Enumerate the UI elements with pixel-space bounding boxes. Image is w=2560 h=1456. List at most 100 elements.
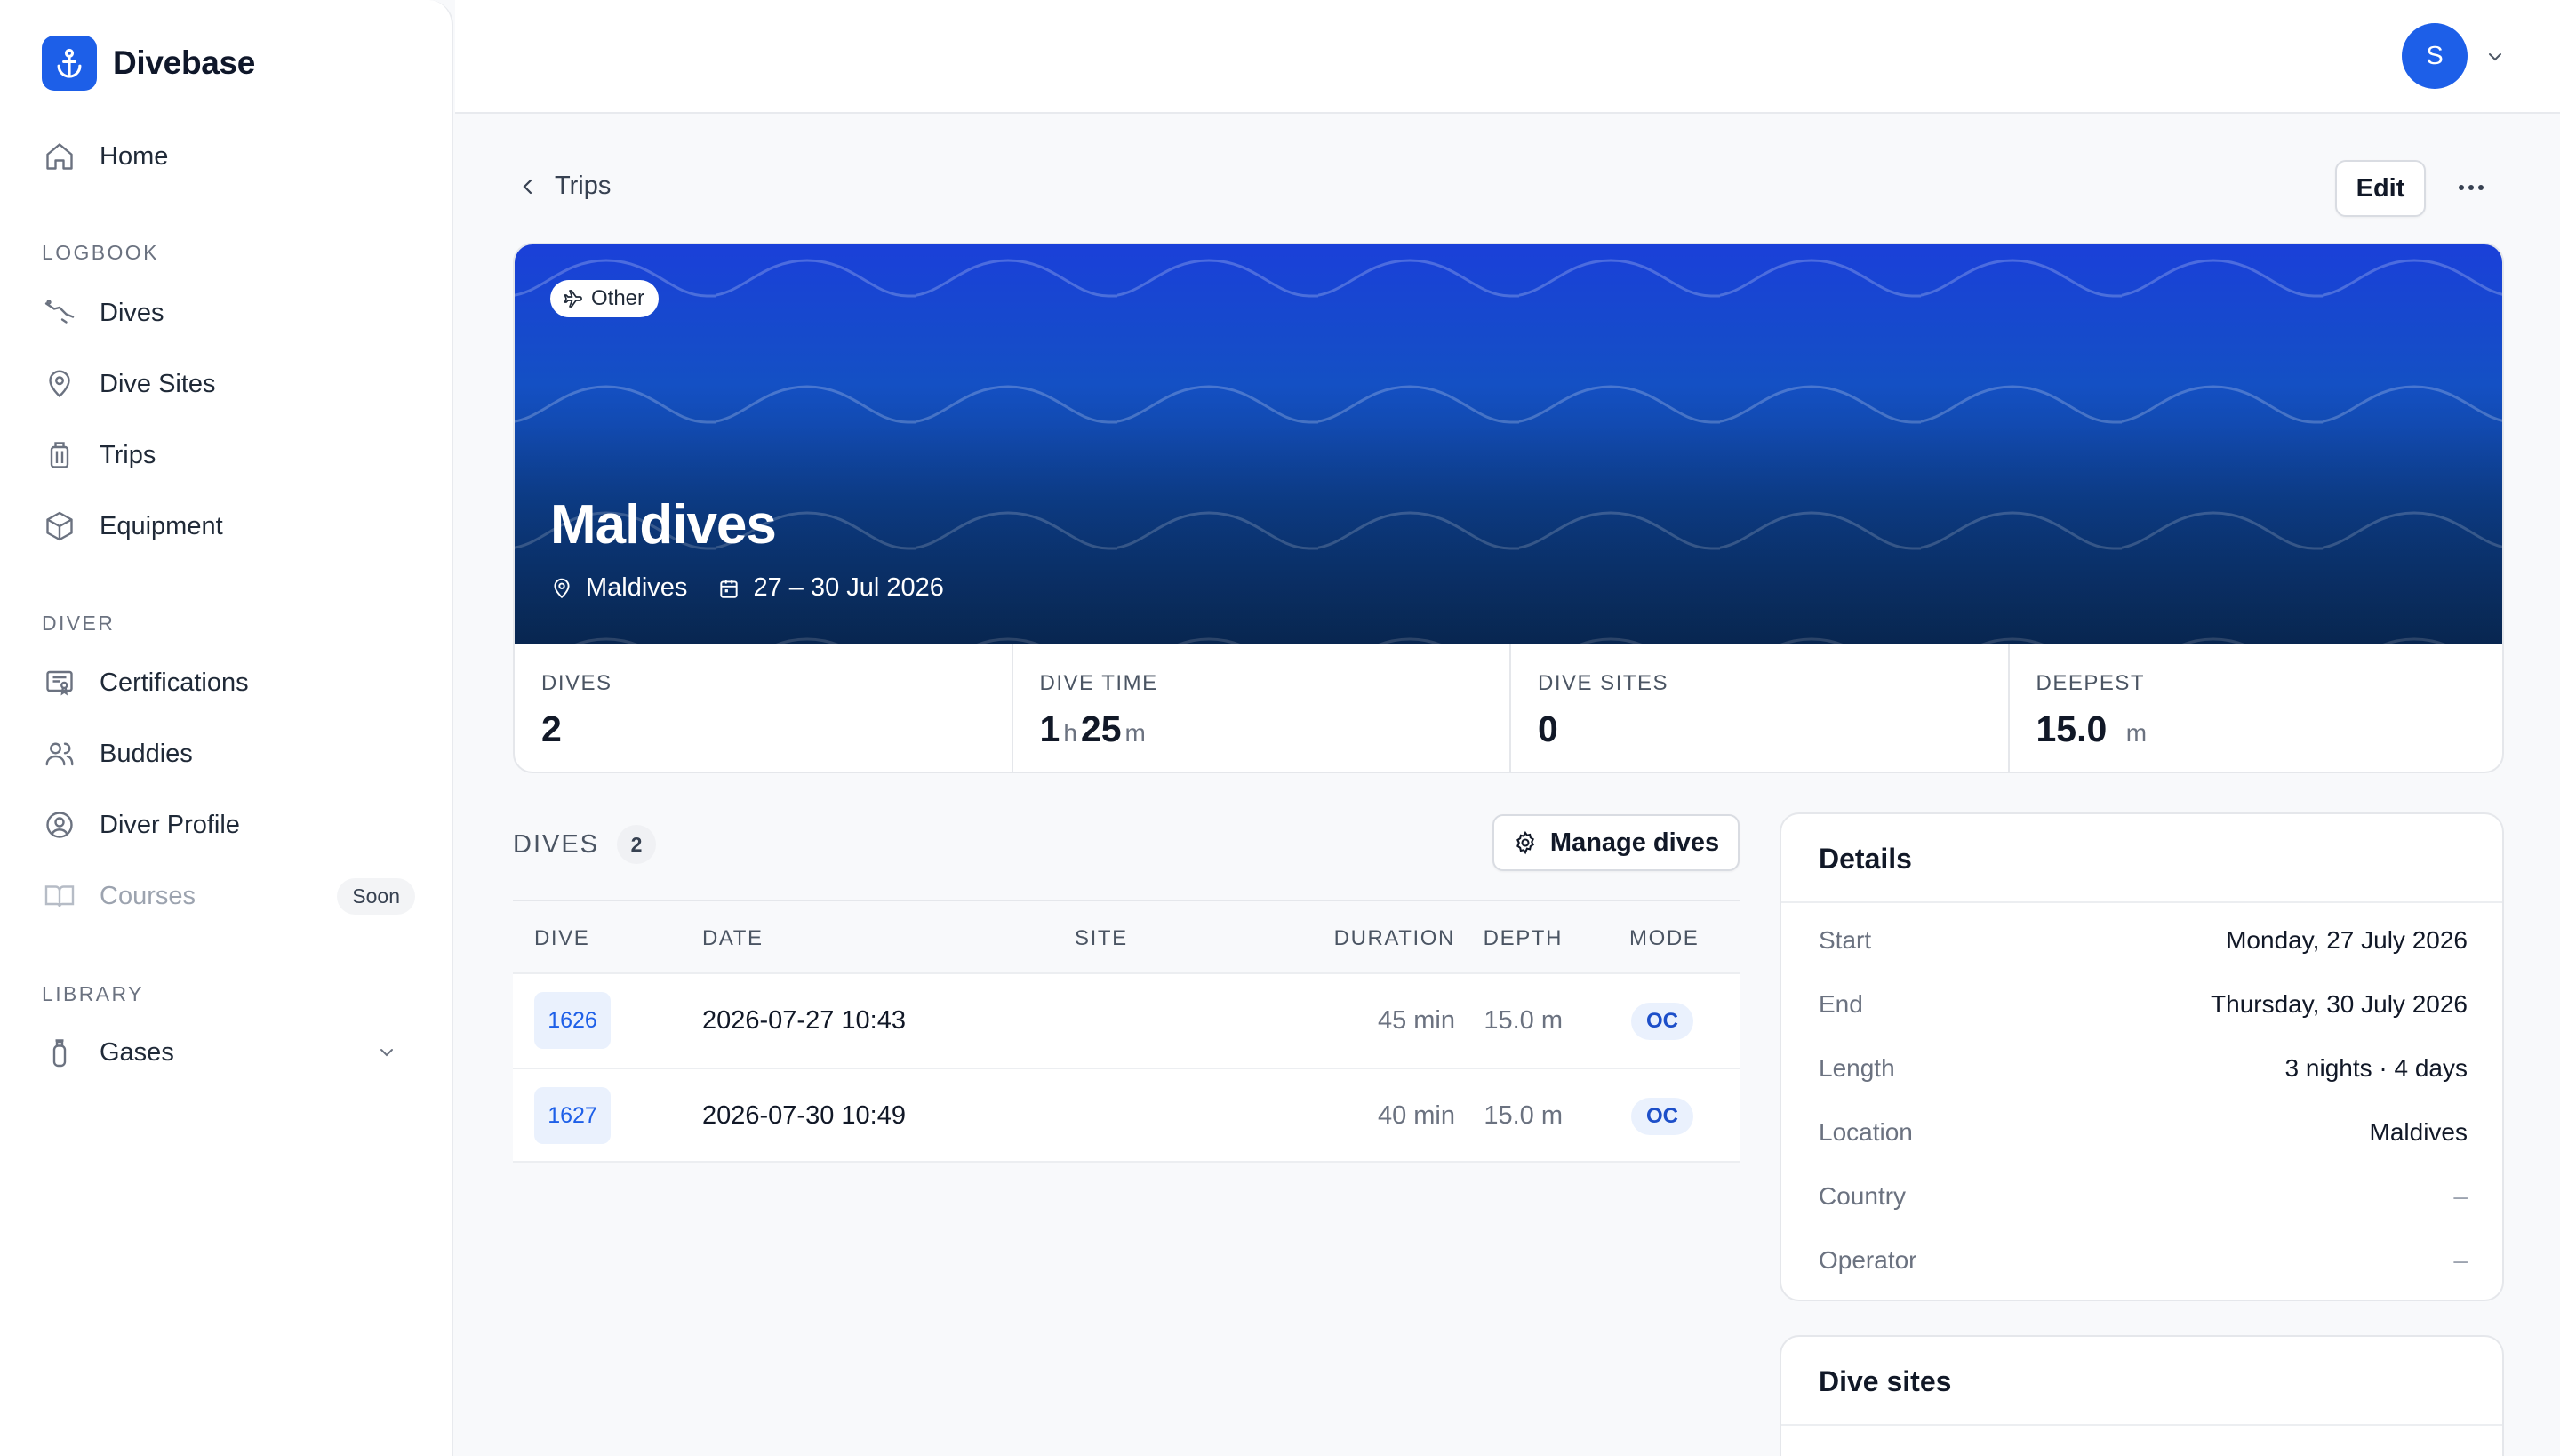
trip-location: Maldives	[550, 573, 687, 603]
sidebar-item-equipment[interactable]: Equipment	[42, 500, 415, 553]
table-row[interactable]: 1626 2026-07-27 10:43 45 min 15.0 m OC	[513, 972, 1740, 1068]
column-header-depth[interactable]: DEPTH	[1484, 926, 1563, 951]
sidebar-item-label: Gases	[100, 1037, 174, 1067]
stat-label: DEEPEST	[2036, 671, 2146, 695]
gear-icon	[1513, 830, 1538, 855]
stat-deepest-value: 15.0	[2036, 708, 2108, 749]
more-options-icon[interactable]	[2453, 174, 2489, 201]
detail-row-end: End Thursday, 30 July 2026	[1819, 990, 2468, 1026]
map-pin-icon	[550, 577, 573, 600]
sidebar-item-home[interactable]: Home	[42, 130, 415, 183]
edit-button[interactable]: Edit	[2335, 160, 2426, 217]
sidebar-section-library: LIBRARY	[42, 982, 144, 1005]
sidebar-item-buddies[interactable]: Buddies	[42, 727, 415, 780]
detail-row-start: Start Monday, 27 July 2026	[1819, 926, 2468, 962]
manage-dives-label: Manage dives	[1549, 828, 1720, 857]
detail-row-length: Length 3 nights · 4 days	[1819, 1054, 2468, 1090]
trip-dates-text: 27 – 30 Jul 2026	[753, 573, 944, 602]
column-header-site[interactable]: SITE	[1075, 926, 1128, 951]
sidebar-item-label: Buddies	[100, 739, 193, 768]
sidebar-item-gases[interactable]: Gases	[42, 1026, 415, 1079]
dive-depth: 15.0 m	[1484, 1006, 1563, 1035]
stat-deepest: DEEPEST 15.0 m	[2010, 644, 2503, 772]
sidebar-item-label: Trips	[100, 440, 156, 469]
stat-label: DIVE TIME	[1039, 671, 1158, 695]
top-bar	[455, 0, 2560, 114]
details-card: Details Start Monday, 27 July 2026 End T…	[1780, 812, 2504, 1301]
sidebar-item-label: Courses	[100, 881, 196, 910]
sidebar-item-certifications[interactable]: Certifications	[42, 656, 415, 709]
dive-date: 2026-07-27 10:43	[702, 1006, 906, 1035]
table-row[interactable]: 1627 2026-07-30 10:49 40 min 15.0 m OC	[513, 1068, 1740, 1163]
dives-count-badge: 2	[617, 825, 657, 864]
dive-number[interactable]: 1627	[534, 1087, 611, 1144]
detail-label: Location	[1819, 1118, 1913, 1146]
stat-value: 2	[541, 708, 562, 749]
sidebar-item-label: Certifications	[100, 668, 249, 697]
sidebar-item-label: Equipment	[100, 511, 223, 540]
stat-label: DIVES	[541, 671, 612, 695]
back-to-trips-link[interactable]: Trips	[517, 172, 611, 201]
certificate-icon	[42, 665, 77, 700]
trip-hero-banner: Other Maldives Maldives 27 – 30 Jul 2026	[515, 244, 2502, 644]
trip-meta: Maldives 27 – 30 Jul 2026	[550, 573, 974, 603]
dive-sites-card: Dive sites	[1780, 1335, 2504, 1456]
dives-section-header: DIVES 2	[513, 825, 657, 864]
box-icon	[42, 508, 77, 544]
stat-dives: DIVES 2	[515, 644, 1013, 772]
detail-value: Monday, 27 July 2026	[2226, 926, 2468, 954]
stat-minutes-unit: m	[1124, 719, 1146, 747]
detail-value: Maldives	[2369, 1118, 2468, 1146]
column-header-date[interactable]: DATE	[702, 926, 764, 951]
trip-summary-card: Other Maldives Maldives 27 – 30 Jul 2026…	[513, 243, 2504, 773]
brand[interactable]: Divebase	[42, 36, 255, 91]
sidebar-item-dives[interactable]: Dives	[42, 286, 415, 340]
manage-dives-button[interactable]: Manage dives	[1492, 814, 1740, 871]
stat-value: 15.0 m	[2036, 708, 2503, 750]
sidebar-item-label: Diver Profile	[100, 810, 240, 839]
sidebar-item-label: Dives	[100, 298, 164, 327]
detail-label: Country	[1819, 1182, 1907, 1210]
detail-value: Thursday, 30 July 2026	[2211, 990, 2468, 1018]
stat-label: DIVE SITES	[1538, 671, 1669, 695]
trip-location-text: Maldives	[586, 573, 688, 602]
chevron-down-icon[interactable]	[2484, 46, 2506, 68]
divider	[1781, 1424, 2502, 1426]
sidebar-item-diver-profile[interactable]: Diver Profile	[42, 798, 415, 852]
avatar[interactable]: S	[2402, 23, 2468, 89]
detail-label: Length	[1819, 1054, 1895, 1082]
plane-icon	[563, 288, 584, 309]
stat-dive-sites: DIVE SITES 0	[1511, 644, 2010, 772]
dive-duration: 40 min	[1377, 1101, 1455, 1130]
column-header-duration[interactable]: DURATION	[1334, 926, 1455, 951]
sidebar-section-diver: DIVER	[42, 612, 116, 635]
sidebar-item-label: Home	[100, 141, 169, 171]
dives-table: DIVE DATE SITE DURATION DEPTH MODE 1626 …	[513, 900, 1740, 1163]
app-name: Divebase	[113, 44, 256, 81]
chevron-down-icon[interactable]	[376, 1042, 397, 1063]
dive-duration: 45 min	[1377, 1006, 1455, 1035]
detail-row-location: Location Maldives	[1819, 1118, 2468, 1154]
breadcrumb: Trips	[555, 172, 612, 200]
dive-date: 2026-07-30 10:49	[702, 1101, 906, 1130]
dive-depth: 15.0 m	[1484, 1101, 1563, 1130]
stat-deepest-unit: m	[2125, 719, 2148, 747]
details-title: Details	[1819, 843, 1912, 875]
table-header: DIVE DATE SITE DURATION DEPTH MODE	[513, 900, 1740, 972]
column-header-mode[interactable]: MODE	[1629, 926, 1699, 951]
sidebar-item-trips[interactable]: Trips	[42, 428, 415, 482]
sidebar-item-dive-sites[interactable]: Dive Sites	[42, 357, 415, 411]
stat-hours-unit: h	[1063, 719, 1077, 747]
trip-title: Maldives	[550, 494, 777, 556]
calendar-icon	[717, 577, 740, 600]
column-header-dive[interactable]: DIVE	[534, 926, 589, 951]
tank-icon	[42, 1035, 77, 1070]
dive-mode-badge: OC	[1631, 1098, 1693, 1135]
home-icon	[42, 139, 77, 174]
dive-number[interactable]: 1626	[534, 992, 611, 1049]
dive-mode-badge: OC	[1631, 1003, 1693, 1040]
book-icon	[42, 878, 77, 914]
luggage-icon	[42, 437, 77, 473]
sidebar: Divebase Home LOGBOOK Dives Dive Sites T…	[0, 0, 453, 1456]
anchor-icon	[42, 36, 97, 91]
